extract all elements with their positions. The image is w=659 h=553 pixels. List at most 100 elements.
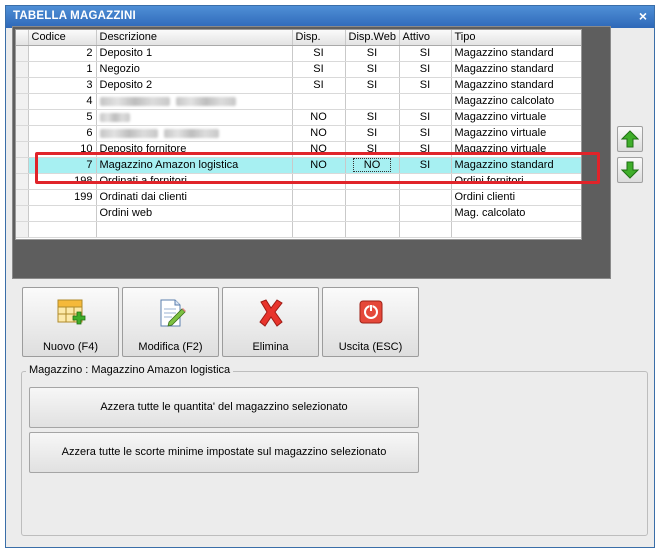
cell-disp [292,173,346,190]
table-row[interactable]: 1 Negozio SI SI SI Magazzino standard [16,61,581,78]
edit-button-label: Modifica (F2) [138,341,203,353]
cell-disp-web: SI [345,141,400,158]
new-button[interactable]: Nuovo (F4) [22,287,119,357]
row-indicator [16,77,29,94]
table-row-selected[interactable]: 7 Magazzino Amazon logistica NO NO SI Magazzi… [16,157,581,174]
redacted-text [175,96,236,106]
cell-descrizione [96,109,293,126]
row-indicator [16,109,29,126]
reset-quantities-button[interactable]: Azzera tutte le quantita' del magazzino … [29,387,419,428]
new-button-label: Nuovo (F4) [42,341,99,353]
cell-tipo: Magazzino standard [451,77,581,94]
cell-codice: 199 [28,189,97,206]
redacted-text [99,112,130,122]
cell-tipo: Magazzino standard [451,45,581,62]
col-header-codice[interactable]: Codice [28,30,97,46]
move-down-button[interactable] [617,157,643,183]
cell-attivo: SI [399,125,452,142]
cell-disp: NO [292,125,346,142]
cell-tipo: Mag. calcolato [451,205,581,222]
empty-cell [451,221,581,238]
row-indicator [16,141,29,158]
cell-descrizione: Deposito 1 [96,45,293,62]
col-header-disp[interactable]: Disp. [292,30,346,46]
close-icon[interactable]: × [639,8,647,24]
cell-codice: 3 [28,77,97,94]
table-row[interactable]: 198 Ordinati a fornitori Ordini fornitori [16,173,581,190]
col-header-attivo[interactable]: Attivo [399,30,452,46]
empty-cell [345,221,400,238]
empty-cell [28,221,97,238]
row-indicator-header [16,30,29,46]
cell-codice: 2 [28,45,97,62]
group-legend: Magazzino : Magazzino Amazon logistica [26,364,234,376]
col-header-tipo[interactable]: Tipo [451,30,581,46]
table-row[interactable]: 10 Deposito fornitore NO SI SI Magazzino virt… [16,141,581,158]
cell-disp: NO [292,157,346,174]
table-row[interactable]: 5 NO SI SI Magazzino virtuale [16,109,581,126]
delete-button-label: Elimina [252,341,289,353]
table-row[interactable]: 3 Deposito 2 SI SI SI Magazzino standard [16,77,581,94]
col-header-descrizione[interactable]: Descrizione [96,30,293,46]
arrow-up-icon [621,130,639,148]
table-row[interactable]: Ordini web Mag. calcolato [16,205,581,222]
cell-disp: SI [292,61,346,78]
cell-tipo: Magazzino calcolato [451,93,581,110]
warehouse-table: Codice Descrizione Disp. Disp.Web Attivo… [15,29,582,240]
edit-button[interactable]: Modifica (F2) [122,287,219,357]
grid-add-icon [23,298,118,328]
reset-min-stock-button[interactable]: Azzera tutte le scorte minime impostate … [29,432,419,473]
cell-codice [28,205,97,222]
cell-disp [292,93,346,110]
cell-disp-web [345,173,400,190]
cell-codice: 4 [28,93,97,110]
table-row[interactable]: 4 Magazzino calcolato [16,93,581,110]
move-up-button[interactable] [617,126,643,152]
cell-attivo: SI [399,109,452,126]
cell-disp [292,189,346,206]
empty-cell [16,221,29,238]
cell-disp: NO [292,109,346,126]
redacted-text [99,128,158,138]
cell-disp: NO [292,141,346,158]
cell-tipo: Ordini clienti [451,189,581,206]
cell-tipo: Ordini fornitori [451,173,581,190]
power-icon [323,298,418,328]
table-row[interactable]: 199 Ordinati dai clienti Ordini clienti [16,189,581,206]
cell-disp-web: SI [345,125,400,142]
table-row[interactable]: 2 Deposito 1 SI SI SI Magazzino standard [16,45,581,62]
row-indicator [16,61,29,78]
cell-attivo: SI [399,61,452,78]
exit-button-label: Uscita (ESC) [338,341,403,353]
cell-descrizione: Magazzino Amazon logistica [96,157,293,174]
cell-descrizione: Ordini web [96,205,293,222]
cell-codice: 6 [28,125,97,142]
cell-descrizione: Deposito 2 [96,77,293,94]
exit-button[interactable]: Uscita (ESC) [322,287,419,357]
cell-attivo: SI [399,141,452,158]
focused-cell-value[interactable]: NO [352,158,392,172]
cell-attivo [399,93,452,110]
cell-disp-web [345,205,400,222]
row-indicator [16,45,29,62]
title-bar: TABELLA MAGAZZINI × [6,6,654,28]
cell-tipo: Magazzino standard [451,61,581,78]
cell-tipo: Magazzino virtuale [451,125,581,142]
cell-disp: SI [292,45,346,62]
col-header-disp-web[interactable]: Disp.Web [345,30,400,46]
row-indicator [16,173,29,190]
table-row[interactable]: 6 NO SI SI Magazzino virtuale [16,125,581,142]
arrow-down-icon [621,161,639,179]
cell-descrizione: Deposito fornitore [96,141,293,158]
window-title: TABELLA MAGAZZINI [13,10,136,22]
row-indicator [16,189,29,206]
grid-frame: Codice Descrizione Disp. Disp.Web Attivo… [12,26,611,279]
row-indicator [16,125,29,142]
cell-tipo: Magazzino standard [451,157,581,174]
cell-disp-web: SI [345,77,400,94]
red-x-icon [223,298,318,328]
cell-descrizione [96,125,293,142]
delete-button[interactable]: Elimina [222,287,319,357]
cell-attivo [399,189,452,206]
row-indicator [16,93,29,110]
